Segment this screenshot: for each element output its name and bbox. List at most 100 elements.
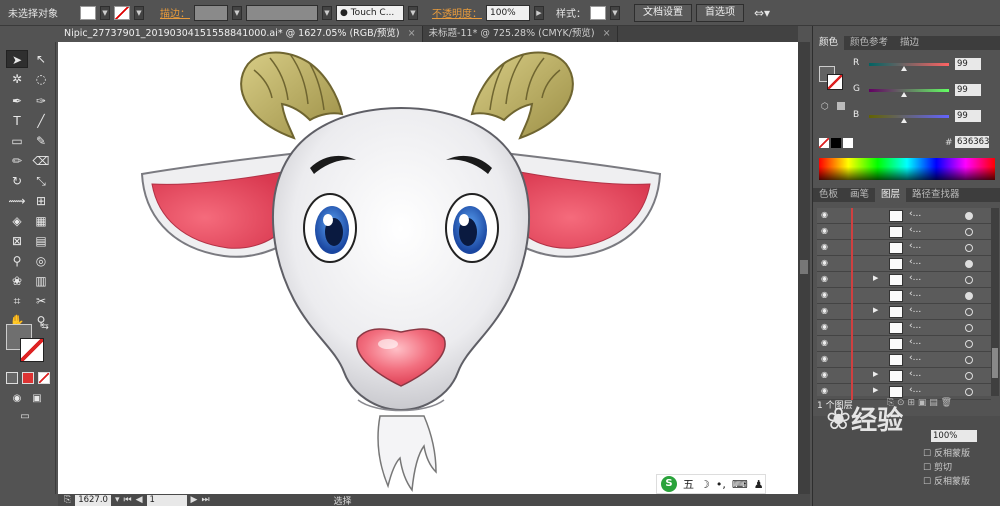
pen-tool-icon[interactable]: ✒ [6,92,28,110]
tab-brushes[interactable]: 画笔 [844,188,875,202]
prev-artboard-icon[interactable]: ⏮ [123,495,131,505]
target-icon[interactable] [965,388,973,396]
stroke-weight-dropdown-icon[interactable]: ▼ [232,5,242,20]
stroke-swatch[interactable] [114,5,130,20]
line-tool-icon[interactable]: ╱ [30,112,52,130]
moon-icon[interactable]: ☽ [700,478,710,491]
layer-row[interactable]: ◉ ‹... [817,288,991,304]
gradient-tool-icon[interactable]: ▤ [30,232,52,250]
layers-scroll-thumb[interactable] [992,348,998,378]
layer-name[interactable]: ‹... [909,241,921,251]
color-spectrum[interactable] [819,158,995,180]
layer-name[interactable]: ‹... [909,225,921,235]
tab-pathfinder[interactable]: 路径查找器 [906,188,966,202]
eye-icon[interactable]: ◉ [821,323,831,331]
layer-row[interactable]: ◉ ▶ ‹... [817,272,991,288]
document-setup-button[interactable]: 文档设置 [634,3,692,22]
blue-value-field[interactable]: 99 [955,110,981,122]
prev-icon[interactable]: ◀ [136,495,143,505]
tab-document-1[interactable]: Nipic_27737901_20190304151558841000.ai* … [58,26,423,42]
white-swatch[interactable] [843,138,853,148]
shape-builder-icon[interactable]: ◈ [6,212,28,230]
share-icon[interactable]: ⎘ [64,495,71,505]
curvature-tool-icon[interactable]: ✑ [30,92,52,110]
layer-name[interactable]: ‹... [909,209,921,219]
eye-icon[interactable]: ◉ [821,243,831,251]
mesh-tool-icon[interactable]: ⊠ [6,232,28,250]
web-safe-swatch[interactable] [837,102,845,110]
layer-row[interactable]: ◉ ‹... [817,224,991,240]
opacity-dropdown-icon[interactable]: ▶ [534,5,544,20]
scale-tool-icon[interactable]: ⤡ [30,172,52,190]
eye-icon[interactable]: ◉ [821,227,831,235]
expand-icon[interactable]: ▶ [873,306,878,314]
user-icon[interactable]: ♟ [754,478,764,491]
style-dropdown-icon[interactable]: ▼ [610,5,620,20]
variable-width-dropdown-icon[interactable]: ▼ [322,5,332,20]
layer-row[interactable]: ◉ ‹... [817,256,991,272]
eyedropper-tool-icon[interactable]: ⚲ [6,252,28,270]
green-slider[interactable]: G 99 [853,84,993,98]
tab-stroke[interactable]: 描边 [894,36,925,50]
invert-mask-checkbox-2[interactable]: ☐ 反相蒙版 [923,474,970,487]
layer-row[interactable]: ◉ ‹... [817,352,991,368]
layer-name[interactable]: ‹... [909,273,921,283]
layer-row[interactable]: ◉ ‹... [817,320,991,336]
expand-icon[interactable]: ▶ [873,274,878,282]
draw-mode-icon[interactable]: ◉ [6,390,28,408]
arrange-icon[interactable]: ⇔▾ [754,6,770,20]
last-artboard-icon[interactable]: ⏭ [201,495,209,505]
target-icon[interactable] [965,276,973,284]
expand-icon[interactable]: ▶ [873,370,878,378]
tab-layers[interactable]: 图层 [875,188,907,202]
target-icon[interactable] [965,356,973,364]
rotate-tool-icon[interactable]: ↻ [6,172,28,190]
lasso-tool-icon[interactable]: ◌ [30,70,52,88]
stroke-label[interactable]: 描边： [160,5,190,20]
layer-name[interactable]: ‹... [909,385,921,395]
preferences-button[interactable]: 首选项 [696,3,744,22]
close-icon[interactable]: × [408,28,416,39]
layer-name[interactable]: ‹... [909,353,921,363]
ime-logo-icon[interactable]: S [661,476,677,492]
free-transform-icon[interactable]: ⊞ [30,192,52,210]
layer-name[interactable]: ‹... [909,305,921,315]
target-icon[interactable] [965,228,973,236]
artboard-tool-icon[interactable]: ⌗ [6,292,28,310]
layer-name[interactable]: ‹... [909,321,921,331]
eye-icon[interactable]: ◉ [821,355,831,363]
out-of-gamut-icon[interactable]: ⬡ [821,102,829,112]
green-value-field[interactable]: 99 [955,84,981,96]
hex-value-field[interactable]: 636363 [955,136,989,148]
eye-icon[interactable]: ◉ [821,307,831,315]
layer-row[interactable]: ◉ ‹... [817,208,991,224]
layer-name[interactable]: ‹... [909,289,921,299]
none-swatch[interactable] [819,138,829,148]
expand-icon[interactable]: ▶ [873,386,878,394]
canvas-vertical-scrollbar[interactable] [798,42,810,494]
close-icon[interactable]: × [603,28,611,39]
red-slider[interactable]: R 99 [853,58,993,72]
target-icon[interactable] [965,372,973,380]
eye-icon[interactable]: ◉ [821,275,831,283]
black-swatch[interactable] [831,138,841,148]
layer-name[interactable]: ‹... [909,369,921,379]
brush-definition[interactable]: ● Touch C... [336,4,404,21]
punctuation-icon[interactable]: •, [716,478,726,491]
magic-wand-icon[interactable]: ✲ [6,70,28,88]
swap-colors-icon[interactable]: ⇆ [34,318,56,336]
layer-row[interactable]: ◉ ▶ ‹... [817,368,991,384]
stroke-dropdown-icon[interactable]: ▼ [134,5,144,20]
rectangle-tool-icon[interactable]: ▭ [6,132,28,150]
layer-row[interactable]: ◉ ▶ ‹... [817,304,991,320]
target-icon[interactable] [965,324,973,332]
opacity-label[interactable]: 不透明度： [432,5,482,20]
eye-icon[interactable]: ◉ [821,291,831,299]
layer-name[interactable]: ‹... [909,337,921,347]
variable-width-field[interactable] [246,4,318,21]
layer-name[interactable]: ‹... [909,257,921,267]
style-swatch[interactable] [590,5,606,20]
layer-row[interactable]: ◉ ‹... [817,336,991,352]
eye-icon[interactable]: ◉ [821,211,831,219]
tab-swatches[interactable]: 色板 [813,188,844,202]
